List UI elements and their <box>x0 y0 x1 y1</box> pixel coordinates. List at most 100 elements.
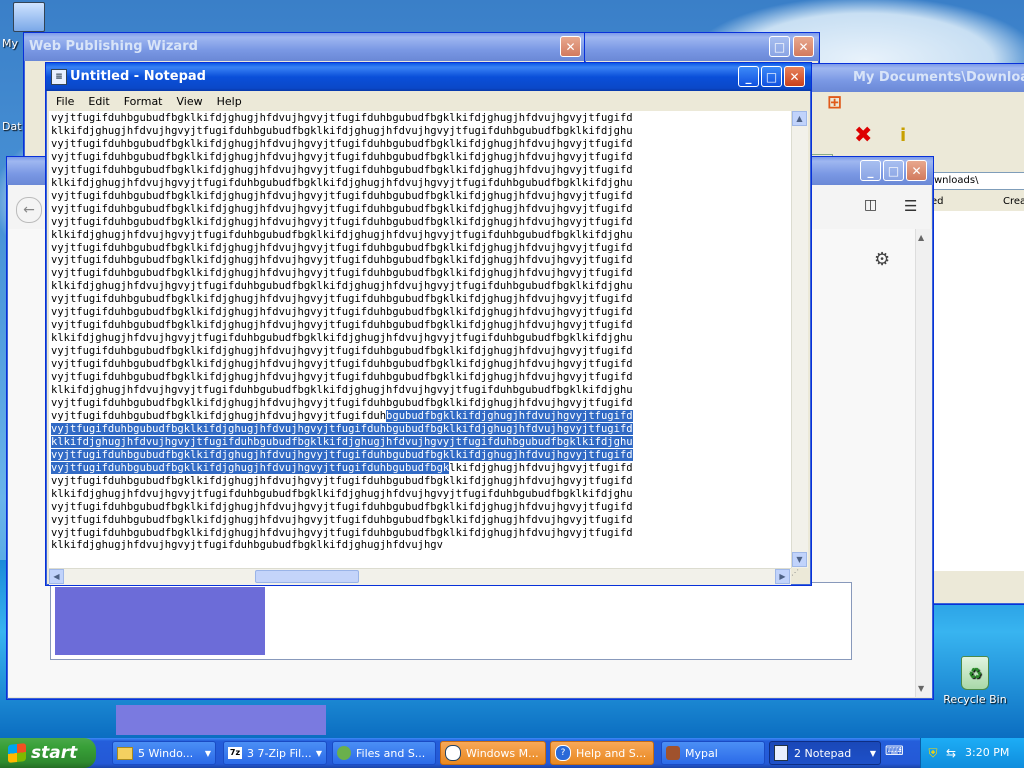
scroll-left-icon[interactable]: ◀ <box>49 569 64 584</box>
text-line: vyjtfugifduhbgubudfbgklkifdjghugjhfdvujh… <box>51 358 791 371</box>
scroll-up-icon[interactable]: ▲ <box>792 111 807 126</box>
clock[interactable]: 3:20 PM <box>965 746 1009 759</box>
wizard-title: Web Publishing Wizard <box>29 39 198 54</box>
scroll-right-icon[interactable]: ▶ <box>775 569 790 584</box>
text-line: vyjtfugifduhbgubudfbgklkifdjghugjhfdvujh… <box>51 242 791 255</box>
text-segment: klkifdjghugjhfdvujhgvyjtfugifduhbgubudfb… <box>51 280 633 293</box>
minimize-icon[interactable]: _ <box>860 160 881 181</box>
task-button-mypal[interactable]: Mypal <box>661 741 765 765</box>
text-line: klkifdjghugjhfdvujhgvyjtfugifduhbgubudfb… <box>51 332 791 345</box>
close-icon[interactable]: ✕ <box>560 36 581 57</box>
text-segment: vyjtfugifduhbgubudfbgklkifdjghugjhfdvujh… <box>51 513 633 526</box>
text-segment: vyjtfugifduhbgubudfbgklkifdjghugjhfdvujh… <box>51 137 633 150</box>
chevron-down-icon: ▼ <box>869 748 876 758</box>
text-line: vyjtfugifduhbgubudfbgklkifdjghugjhfdvujh… <box>51 475 791 488</box>
task-button-help[interactable]: ? Help and S... <box>550 741 654 765</box>
text-line: vyjtfugifduhbgubudfbgklkifdjghugjhfdvujh… <box>51 319 791 332</box>
text-line: vyjtfugifduhbgubudfbgklkifdjghugjhfdvujh… <box>51 190 791 203</box>
text-line: vyjtfugifduhbgubudfbgklkifdjghugjhfdvujh… <box>51 203 791 216</box>
delete-icon[interactable]: ✖ <box>854 125 872 147</box>
background-titlebar[interactable]: □ ✕ <box>585 33 819 61</box>
text-line: klkifdjghugjhfdvujhgvyjtfugifduhbgubudfb… <box>51 384 791 397</box>
minimize-icon[interactable]: _ <box>738 66 759 87</box>
notepad-icon: ≡ <box>51 69 67 85</box>
text-line: vyjtfugifduhbgubudfbgklkifdjghugjhfdvujh… <box>51 112 791 125</box>
text-area[interactable]: vyjtfugifduhbgubudfbgklkifdjghugjhfdvujh… <box>49 111 791 568</box>
close-icon[interactable]: ✕ <box>793 36 814 57</box>
scroll-down-icon[interactable]: ▼ <box>792 552 807 567</box>
task-label: 3 7-Zip Fil... <box>247 746 312 760</box>
column-created[interactable]: Crea <box>1003 196 1024 207</box>
desktop-icon-recycle-bin[interactable]: ♻ Recycle Bin <box>940 656 1010 706</box>
wizard-titlebar[interactable]: Web Publishing Wizard ✕ <box>24 33 586 61</box>
resize-grip-icon[interactable]: ⋰ <box>791 568 807 584</box>
properties-icon[interactable]: i <box>900 126 906 146</box>
gear-icon[interactable]: ⚙ <box>874 249 890 270</box>
menu-format[interactable]: Format <box>117 95 170 108</box>
task-button-windows-media[interactable]: Windows M... <box>440 741 546 765</box>
task-button-notepad[interactable]: 2 Notepad ▼ <box>769 741 881 765</box>
text-segment: klkifdjghugjhfdvujhgvyjtfugifduhbgubudfb… <box>51 539 443 552</box>
menu-file[interactable]: File <box>49 95 81 108</box>
recycle-bin-icon: ♻ <box>961 656 989 690</box>
task-button-files-settings[interactable]: Files and S... <box>332 741 436 765</box>
text-line: vyjtfugifduhbgubudfbgklkifdjghugjhfdvujh… <box>51 138 791 151</box>
maximize-icon[interactable]: □ <box>769 36 790 57</box>
selected-text: vyjtfugifduhbgubudfbgklkifdjghugjhfdvujh… <box>51 422 633 435</box>
mypal-block <box>116 705 326 735</box>
text-line: vyjtfugifduhbgubudfbgklkifdjghugjhfdvujh… <box>51 151 791 164</box>
menu-view[interactable]: View <box>170 95 210 108</box>
horizontal-scrollbar[interactable]: ◀ ▶ <box>49 568 791 585</box>
scroll-down-icon[interactable]: ▼ <box>918 684 924 693</box>
desktop-icon-my-computer[interactable] <box>4 2 54 32</box>
back-icon[interactable]: ← <box>16 197 42 223</box>
windows-flag-icon <box>8 743 26 763</box>
menu-edit[interactable]: Edit <box>81 95 116 108</box>
close-icon[interactable]: ✕ <box>906 160 927 181</box>
column-header: ed Crea <box>931 195 1024 212</box>
menu-help[interactable]: Help <box>210 95 249 108</box>
scroll-thumb[interactable] <box>255 570 359 583</box>
help-icon: ? <box>555 745 571 761</box>
selected-text: vyjtfugifduhbgubudfbgklkifdjghugjhfdvujh… <box>51 448 633 461</box>
start-button[interactable]: start <box>0 738 96 768</box>
text-line: vyjtfugifduhbgubudfbgklkifdjghugjhfdvujh… <box>51 164 791 177</box>
7zip-icon: 7z <box>228 747 242 759</box>
selected-text: vyjtfugifduhbgubudfbgklkifdjghugjhfdvujh… <box>51 461 450 474</box>
menu-icon[interactable]: ☰ <box>904 197 917 215</box>
computer-icon <box>13 2 45 32</box>
scroll-up-icon[interactable]: ▲ <box>918 233 924 242</box>
security-shield-icon[interactable]: ⛨ <box>925 745 941 761</box>
text-segment: vyjtfugifduhbgubudfbgklkifdjghugjhfdvujh… <box>51 254 633 267</box>
maximize-icon[interactable]: □ <box>761 66 782 87</box>
text-segment: klkifdjghugjhfdvujhgvyjtfugifduhbgubudfb… <box>51 228 633 241</box>
file-list[interactable] <box>931 211 1024 571</box>
notepad-editor[interactable]: vyjtfugifduhbgubudfbgklkifdjghugjhfdvujh… <box>49 111 808 643</box>
text-segment: vyjtfugifduhbgubudfbgklkifdjghugjhfdvujh… <box>51 345 633 358</box>
vertical-scrollbar[interactable]: ▲ ▼ <box>791 111 808 568</box>
task-label: Mypal <box>685 746 718 760</box>
task-button-7zip[interactable]: 7z 3 7-Zip Fil... ▼ <box>223 741 327 765</box>
text-segment: vyjtfugifduhbgubudfbgklkifdjghugjhfdvujh… <box>51 241 633 254</box>
text-line: vyjtfugifduhbgubudfbgklkifdjghugjhfdvujh… <box>51 371 791 384</box>
sidebar-icon[interactable]: ◫ <box>864 197 877 213</box>
notepad-icon <box>774 745 788 761</box>
text-segment: vyjtfugifduhbgubudfbgklkifdjghugjhfdvujh… <box>51 409 387 422</box>
keyboard-icon[interactable]: ⌨ <box>885 744 904 762</box>
text-segment: klkifdjghugjhfdvujhgvyjtfugifduhbgubudfb… <box>51 124 633 137</box>
address-input[interactable]: wnloads\ <box>931 172 1024 190</box>
network-icon[interactable]: ⇆ <box>943 745 959 761</box>
text-line: klkifdjghugjhfdvujhgvyjtfugifduhbgubudfb… <box>51 280 791 293</box>
text-segment: klkifdjghugjhfdvujhgvyjtfugifduhbgubudfb… <box>51 384 633 397</box>
mypal-scrollbar[interactable]: ▲ ▼ <box>915 229 932 697</box>
notepad-window[interactable]: ≡ Untitled - Notepad _ □ ✕ File Edit For… <box>45 62 812 586</box>
task-button-windows[interactable]: 5 Windo... ▼ <box>112 741 216 765</box>
close-icon[interactable]: ✕ <box>784 66 805 87</box>
maximize-icon[interactable]: □ <box>883 160 904 181</box>
text-line: vyjtfugifduhbgubudfbgklkifdjghugjhfdvujh… <box>51 422 791 436</box>
task-label: Files and S... <box>356 746 426 760</box>
notepad-title: Untitled - Notepad <box>70 69 206 84</box>
notepad-titlebar[interactable]: ≡ Untitled - Notepad _ □ ✕ <box>46 63 811 91</box>
text-line: vyjtfugifduhbgubudfbgklkifdjghugjhfdvujh… <box>51 501 791 514</box>
text-line: klkifdjghugjhfdvujhgvyjtfugifduhbgubudfb… <box>51 177 791 190</box>
